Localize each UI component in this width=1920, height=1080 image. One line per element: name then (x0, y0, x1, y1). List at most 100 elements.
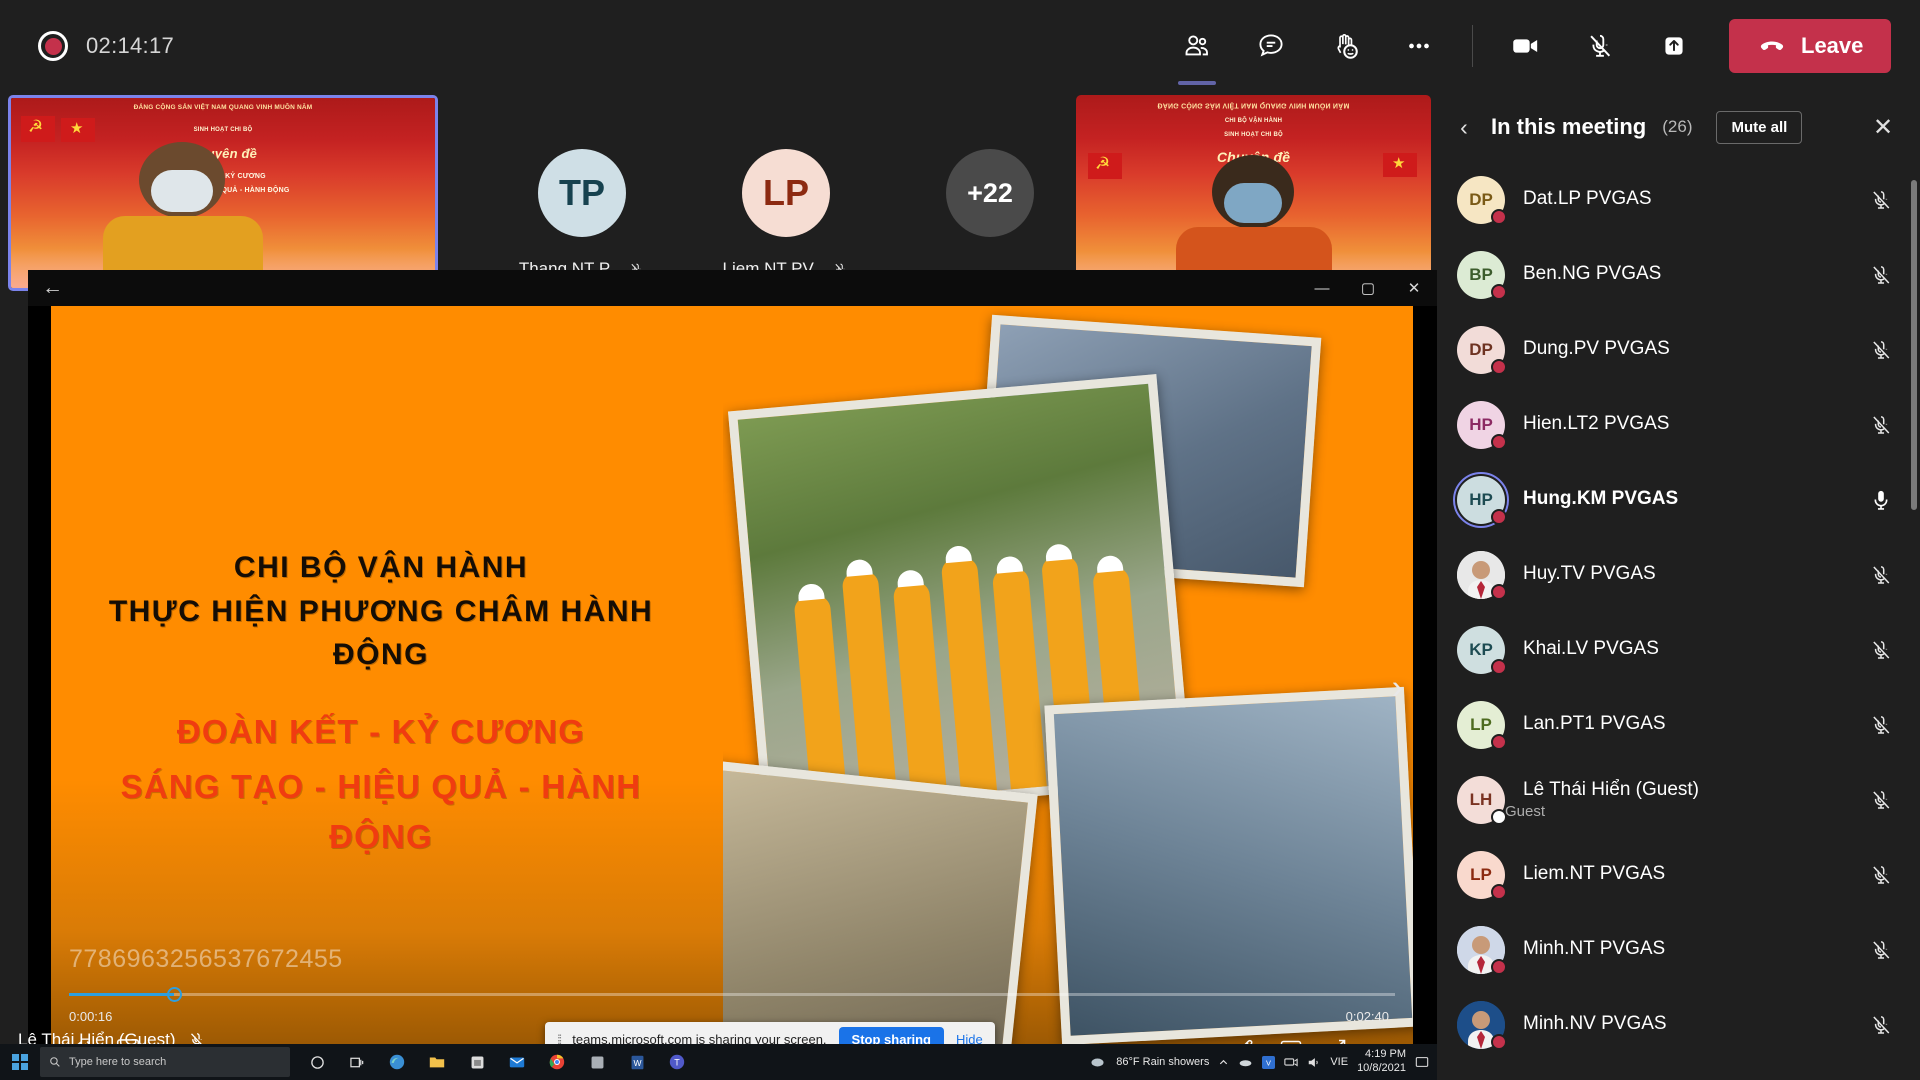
people-button[interactable] (1160, 15, 1234, 85)
next-slide-arrow-icon[interactable]: › (1392, 669, 1403, 708)
tray-chevron-icon[interactable] (1218, 1057, 1229, 1068)
presence-indicator (1491, 433, 1507, 450)
notifications-icon[interactable] (1415, 1055, 1429, 1069)
microphone-muted-icon[interactable] (1866, 862, 1896, 888)
toolbar-divider (1472, 25, 1473, 67)
microphone-muted-icon[interactable] (1866, 1012, 1896, 1038)
task-view-icon[interactable] (342, 1047, 372, 1077)
participant-row[interactable]: Minh.NT PVGAS (1437, 912, 1920, 987)
microphone-icon[interactable] (1866, 487, 1896, 513)
minimize-button[interactable]: — (1299, 270, 1345, 306)
video-progress-bar[interactable] (69, 986, 1395, 1002)
weather-icon[interactable] (1088, 1055, 1107, 1070)
close-button[interactable]: ✕ (1391, 270, 1437, 306)
presence-indicator (1491, 658, 1507, 675)
microphone-button[interactable] (1563, 15, 1637, 77)
participant-row[interactable]: BP Ben.NG PVGAS (1437, 237, 1920, 312)
participant-role: Guest (1505, 803, 1546, 821)
share-screen-button[interactable] (1637, 15, 1711, 77)
self-banner-line3: Chuyên đề (188, 146, 258, 161)
participant-row[interactable]: KP Khai.LV PVGAS (1437, 612, 1920, 687)
panel-scrollbar[interactable] (1911, 180, 1917, 510)
camera-button[interactable] (1489, 15, 1563, 77)
maximize-button[interactable]: ▢ (1345, 270, 1391, 306)
start-button[interactable] (0, 1054, 40, 1070)
leave-button[interactable]: Leave (1729, 19, 1892, 73)
slide-slogan-1: ĐOÀN KẾT - KỶ CƯƠNG (176, 712, 586, 750)
chat-button[interactable] (1234, 15, 1308, 77)
participant-row[interactable]: HP Hung.KM PVGAS (1437, 462, 1920, 537)
language-indicator[interactable]: VIE (1330, 1056, 1348, 1068)
participant-row[interactable]: Huy.TV PVGAS (1437, 537, 1920, 612)
antivirus-icon[interactable]: V (1262, 1055, 1276, 1069)
overflow-participants-tile[interactable]: +22 (892, 95, 1088, 291)
window-buttons: — ▢ ✕ (1299, 270, 1437, 306)
microphone-muted-icon[interactable] (1866, 562, 1896, 588)
participant-name: Lan.PT1 PVGAS (1523, 713, 1666, 735)
chrome-icon[interactable] (542, 1047, 572, 1077)
participant-row[interactable]: LH Lê Thái Hiển (Guest) Guest (1437, 762, 1920, 837)
mute-all-button[interactable]: Mute all (1716, 110, 1803, 144)
presence-indicator (1491, 883, 1507, 900)
back-arrow-icon[interactable]: ← (42, 276, 63, 300)
self-video-tile[interactable]: ĐẢNG CỘNG SẢN VIỆT NAM QUANG VINH MUÔN N… (8, 95, 438, 291)
participant-name: Hien.LT2 PVGAS (1523, 413, 1670, 435)
network-icon[interactable] (1284, 1056, 1298, 1068)
microphone-muted-icon[interactable] (1866, 187, 1896, 213)
recording-timer: 02:14:17 (86, 33, 175, 58)
participant-tile-liem[interactable]: LP Liem.NT PV... (688, 95, 884, 291)
participant-name-block: Lê Thái Hiển (Guest) Guest (1505, 779, 1699, 821)
avatar-wrapper: LP (1457, 700, 1507, 750)
shared-video-area[interactable]: CHI BỘ VẬN HÀNH THỰC HIỆN PHƯƠNG CHÂM HÀ… (51, 306, 1413, 1070)
clock-date: 10/8/2021 (1357, 1062, 1406, 1074)
participant-tile-thang[interactable]: TP Thang.NT P... (484, 95, 680, 291)
microphone-muted-icon[interactable] (1866, 262, 1896, 288)
remote-video-tile[interactable]: ĐẢNG CỘNG SẢN VIỆT NAM QUANG VINH MUÔN N… (1076, 95, 1431, 291)
record-icon (38, 31, 68, 61)
presence-indicator (1491, 358, 1507, 375)
microphone-muted-icon[interactable] (1866, 787, 1896, 813)
participant-name: Huy.TV PVGAS (1523, 563, 1656, 585)
word-icon[interactable]: W (622, 1047, 652, 1077)
shared-window-titlebar: ← — ▢ ✕ (28, 270, 1437, 306)
presence-indicator (1491, 808, 1507, 825)
participant-name-block: Lan.PT1 PVGAS (1505, 713, 1666, 736)
taskbar-clock[interactable]: 4:19 PM 10/8/2021 (1357, 1048, 1406, 1076)
total-time: 0:02:40 (1345, 1009, 1389, 1024)
panel-back-icon[interactable]: ‹ (1447, 110, 1481, 144)
participant-row[interactable]: LP Lan.PT1 PVGAS (1437, 687, 1920, 762)
participant-row[interactable]: LP Liem.NT PVGAS (1437, 837, 1920, 912)
participant-row[interactable]: HP Hien.LT2 PVGAS (1437, 387, 1920, 462)
more-options-button[interactable] (1382, 15, 1456, 77)
teams-icon[interactable]: T (662, 1047, 692, 1077)
participant-row[interactable]: DP Dung.PV PVGAS (1437, 312, 1920, 387)
onedrive-icon[interactable] (1238, 1056, 1253, 1068)
microphone-muted-icon[interactable] (1866, 337, 1896, 363)
reactions-icon (1330, 31, 1361, 62)
leave-label: Leave (1801, 33, 1864, 58)
participant-row[interactable]: DP Dat.LP PVGAS (1437, 162, 1920, 237)
speaker-icon[interactable] (1307, 1056, 1321, 1069)
avatar-wrapper: DP (1457, 325, 1507, 375)
participant-row[interactable]: Minh.NV PVGAS (1437, 987, 1920, 1062)
microphone-muted-icon[interactable] (1866, 937, 1896, 963)
mail-icon[interactable] (502, 1047, 532, 1077)
microphone-muted-icon[interactable] (1866, 412, 1896, 438)
panel-close-icon[interactable]: ✕ (1866, 110, 1900, 144)
participant-list[interactable]: DP Dat.LP PVGAS BP Ben.NG PVGAS DP Dung.PV PV… (1437, 162, 1920, 1080)
progress-handle[interactable] (167, 987, 182, 1002)
participant-name-block: Dung.PV PVGAS (1505, 338, 1670, 361)
microphone-muted-icon[interactable] (1866, 712, 1896, 738)
edge-icon[interactable] (382, 1047, 412, 1077)
taskbar-search-input[interactable]: Type here to search (40, 1047, 290, 1077)
microphone-muted-icon[interactable] (1866, 637, 1896, 663)
store-icon[interactable] (462, 1047, 492, 1077)
folder-icon[interactable] (422, 1047, 452, 1077)
svg-text:W: W (633, 1057, 641, 1067)
unknown-app-icon[interactable] (582, 1047, 612, 1077)
overflow-count: +22 (946, 149, 1034, 237)
search-placeholder: Type here to search (69, 1056, 167, 1068)
reactions-button[interactable] (1308, 15, 1382, 77)
slide-text-block: CHI BỘ VẬN HÀNH THỰC HIỆN PHƯƠNG CHÂM HÀ… (71, 546, 691, 861)
cortana-icon[interactable] (302, 1047, 332, 1077)
